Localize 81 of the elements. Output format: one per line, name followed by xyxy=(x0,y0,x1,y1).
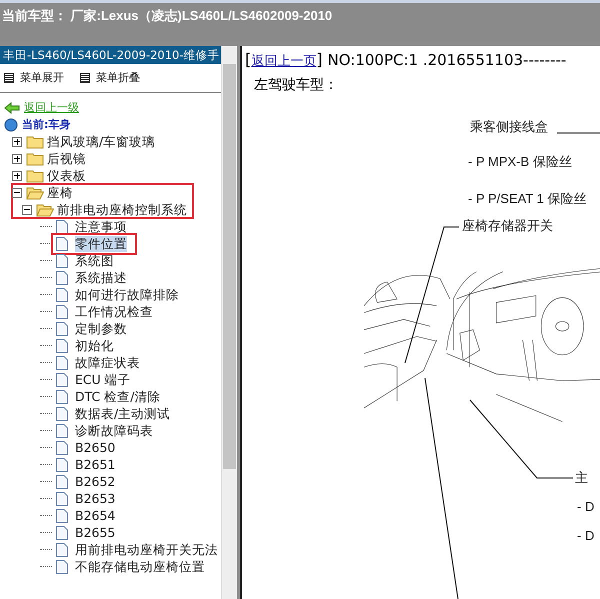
leader-line xyxy=(557,132,600,134)
scrollbar-thumb[interactable] xyxy=(223,64,236,469)
tree-item[interactable]: 初始化 xyxy=(75,338,114,354)
back-arrow-icon xyxy=(4,102,20,114)
callout-label: 座椅存储器开关 xyxy=(462,218,553,235)
document-icon xyxy=(55,270,69,286)
tree-item[interactable]: 用前排电动座椅开关无法 xyxy=(75,542,218,558)
sidebar-title: 丰田-LS460/LS460L-2009-2010-维修手 xyxy=(0,46,222,64)
document-icon xyxy=(55,372,69,388)
document-icon xyxy=(55,558,69,574)
callout-label: - D xyxy=(577,499,594,514)
expand-toggle[interactable] xyxy=(12,170,22,180)
document-icon xyxy=(55,304,69,320)
callout-label: 乘客侧接线盒 xyxy=(470,119,548,136)
folder-icon xyxy=(36,202,54,217)
document-icon xyxy=(55,490,69,506)
folder-icon xyxy=(26,185,44,200)
tree-item[interactable]: 定制参数 xyxy=(75,320,127,336)
list-icon xyxy=(80,72,90,82)
folder-icon xyxy=(26,134,44,149)
menu-action[interactable]: 菜单折叠 xyxy=(80,70,140,85)
tree-item[interactable]: B2653 xyxy=(75,490,116,506)
expand-toggle[interactable] xyxy=(22,204,32,214)
tree-item[interactable]: 挡风玻璃/车窗玻璃 xyxy=(47,134,156,150)
tree-item[interactable]: B2652 xyxy=(75,474,116,490)
document-icon xyxy=(55,286,69,302)
document-icon xyxy=(55,252,69,268)
back-link[interactable]: 返回上一级 xyxy=(24,100,79,115)
document-icon xyxy=(55,524,69,540)
tree-item[interactable]: 系统描述 xyxy=(75,270,127,286)
window-title: 当前车型： 厂家:Lexus（凌志)LS460L/LS4602009-2010 xyxy=(2,8,332,23)
current-location: 当前:车身 xyxy=(22,117,70,132)
tree-item[interactable]: 诊断故障码表 xyxy=(75,422,153,438)
document-icon xyxy=(55,456,69,472)
callout-label: 主 xyxy=(575,470,588,487)
scrollbar[interactable] xyxy=(221,46,237,599)
document-icon xyxy=(55,388,69,404)
document-icon xyxy=(55,542,69,558)
tree-item[interactable]: DTC 检查/清除 xyxy=(75,388,160,404)
tree-item[interactable]: 座椅 xyxy=(47,184,73,200)
document-icon xyxy=(55,474,69,490)
tree-item[interactable]: 注意事项 xyxy=(75,218,127,234)
tree-item[interactable]: B2654 xyxy=(75,508,116,524)
tree-item[interactable]: B2651 xyxy=(75,456,116,472)
document-icon xyxy=(55,320,69,336)
callout-label: - D xyxy=(577,528,594,543)
back-link[interactable]: 返回上一页 xyxy=(251,52,316,70)
tree-item[interactable]: ECU 端子 xyxy=(75,372,131,388)
document-icon xyxy=(55,338,69,354)
bracket: ] xyxy=(316,50,322,69)
bracket: [ xyxy=(245,50,252,69)
menu-action[interactable]: 菜单展开 xyxy=(4,70,64,85)
tree-item[interactable]: 工作情况检查 xyxy=(75,304,153,320)
document-icon xyxy=(55,422,69,438)
list-icon xyxy=(4,72,14,82)
expand-toggle[interactable] xyxy=(12,188,22,198)
document-icon xyxy=(55,354,69,370)
tree-item[interactable]: 故障症状表 xyxy=(75,354,140,370)
callout-label: - P P/SEAT 1 保险丝 xyxy=(468,190,586,208)
tree-item[interactable]: 零件位置 xyxy=(75,236,127,252)
tree-item[interactable]: B2655 xyxy=(75,524,116,540)
folder-icon xyxy=(26,151,44,166)
document-icon xyxy=(55,440,69,456)
section-heading: 左驾驶车型： xyxy=(253,76,339,94)
tree-item[interactable]: 不能存储电动座椅位置 xyxy=(75,558,205,574)
tree-item[interactable]: B2650 xyxy=(75,440,116,456)
tree-item[interactable]: 数据表/主动测试 xyxy=(75,406,170,422)
document-icon xyxy=(55,236,69,252)
tree-item[interactable]: 前排电动座椅控制系统 xyxy=(57,202,187,218)
document-icon xyxy=(55,508,69,524)
document-number: NO:100PC:1 .2016551103-------- xyxy=(328,51,566,69)
expand-toggle[interactable] xyxy=(12,154,22,164)
callout-label: - P MPX-B 保险丝 xyxy=(468,153,572,171)
tree-item[interactable]: 仪表板 xyxy=(47,168,86,184)
folder-icon xyxy=(26,168,44,183)
document-icon xyxy=(55,218,69,234)
expand-toggle[interactable] xyxy=(12,136,22,146)
tree-item[interactable]: 后视镜 xyxy=(47,150,86,166)
document-icon xyxy=(55,406,69,422)
tree-item[interactable]: 如何进行故障排除 xyxy=(75,286,179,302)
tree-item[interactable]: 系统图 xyxy=(75,252,114,268)
